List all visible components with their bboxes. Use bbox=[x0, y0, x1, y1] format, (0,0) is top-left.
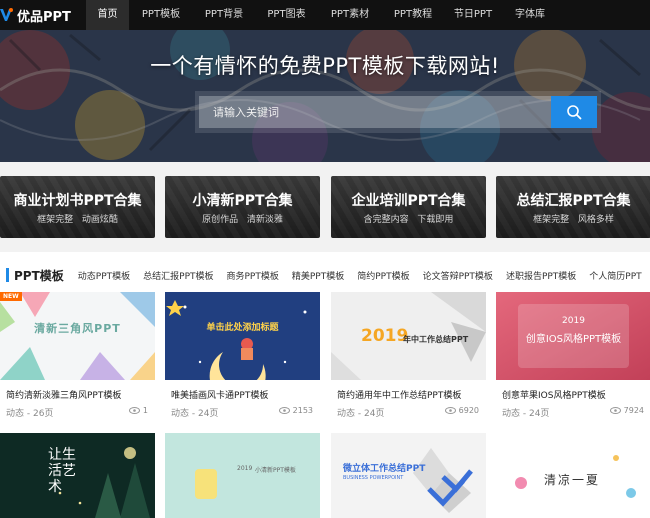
thumb-text: 创意IOS风格PPT模板 bbox=[525, 334, 622, 345]
nav-item-home[interactable]: 首页 bbox=[86, 0, 129, 30]
category-title: 企业培训PPT合集 bbox=[351, 193, 466, 209]
tab-resume[interactable]: 个人简历PPT bbox=[589, 269, 641, 282]
eye-icon bbox=[609, 407, 621, 414]
category-collections: 商业计划书PPT合集 框架完整 动画炫酷 小清新PPT合集 原创作品 清新淡雅 … bbox=[0, 176, 650, 238]
category-title: 总结汇报PPT合集 bbox=[516, 193, 631, 209]
logo-icon bbox=[0, 8, 13, 21]
card-thumbnail[interactable]: 微立体工作总结PPT BUSINESS POWERPOINT bbox=[331, 433, 486, 518]
view-count-value: 1 bbox=[142, 406, 148, 415]
category-subtitle: 框架完整 动画炫酷 bbox=[37, 215, 118, 225]
thumb-text: 小清新PPT模板 bbox=[255, 467, 296, 474]
moon-illustration bbox=[165, 292, 320, 380]
category-subtitle: 原创作品 清新淡雅 bbox=[202, 215, 283, 225]
section-heading[interactable]: PPT模板 bbox=[14, 267, 64, 284]
card-title[interactable]: 简约通用年中工作总结PPT模板 bbox=[337, 388, 461, 401]
thumb-text: 清凉一夏 bbox=[544, 473, 601, 487]
search-bar bbox=[195, 91, 601, 133]
eye-icon bbox=[128, 407, 140, 414]
template-card[interactable]: 2019 年中工作总结PPT 简约通用年中工作总结PPT模板 动态 - 24页 … bbox=[331, 292, 486, 422]
template-card[interactable]: 清凉一夏 bbox=[496, 433, 650, 518]
tab-exquisite[interactable]: 精美PPT模板 bbox=[292, 269, 344, 282]
card-thumbnail[interactable]: 2019 小清新PPT模板 bbox=[165, 433, 320, 518]
tab-summary-report[interactable]: 总结汇报PPT模板 bbox=[143, 269, 213, 282]
template-card[interactable]: 让生活艺术 bbox=[0, 433, 155, 518]
site-logo[interactable]: 优品PPT bbox=[0, 0, 86, 30]
nav-item-ppt-materials[interactable]: PPT素材 bbox=[318, 0, 382, 30]
category-subtitle: 框架完整 风格多样 bbox=[533, 215, 614, 225]
eye-icon bbox=[444, 407, 456, 414]
template-card[interactable]: 清新三角风PPT NEW 简约清新淡雅三角风PPT模板 动态 - 26页 1 bbox=[0, 292, 155, 422]
fresh-art bbox=[165, 433, 320, 518]
eye-icon bbox=[278, 407, 290, 414]
thumb-text: 微立体工作总结PPT bbox=[343, 464, 426, 474]
template-card[interactable]: 2019 小清新PPT模板 bbox=[165, 433, 320, 518]
view-count: 7924 bbox=[609, 406, 644, 415]
thumb-text: 让生活艺术 bbox=[48, 447, 76, 495]
card-meta: 动态 - 24页 bbox=[171, 409, 219, 419]
category-title: 小清新PPT合集 bbox=[192, 193, 293, 209]
hero-title: 一个有情怀的免费PPT模板下载网站! bbox=[150, 54, 500, 78]
view-count-value: 7924 bbox=[623, 406, 644, 415]
nav-item-ppt-backgrounds[interactable]: PPT背景 bbox=[193, 0, 255, 30]
nav-item-holiday-ppt[interactable]: 节日PPT bbox=[444, 0, 502, 30]
nav-item-ppt-templates[interactable]: PPT模板 bbox=[129, 0, 193, 30]
template-card[interactable]: 2019 创意IOS风格PPT模板 创意苹果IOS风格PPT模板 动态 - 24… bbox=[496, 292, 650, 422]
ppt-template-section: PPT模板 动态PPT模板 总结汇报PPT模板 商务PPT模板 精美PPT模板 … bbox=[0, 252, 650, 518]
view-count-value: 6920 bbox=[458, 406, 479, 415]
category-subtitle: 含完整内容 下载即用 bbox=[363, 215, 454, 225]
tab-dynamic[interactable]: 动态PPT模板 bbox=[78, 269, 130, 282]
tab-business[interactable]: 商务PPT模板 bbox=[227, 269, 279, 282]
view-count: 1 bbox=[128, 406, 148, 415]
tab-thesis-defense[interactable]: 论文答辩PPT模板 bbox=[423, 269, 493, 282]
logo-text: 优品PPT bbox=[17, 9, 71, 25]
tab-work-report[interactable]: 述职报告PPT模板 bbox=[506, 269, 576, 282]
thumb-text: 年中工作总结PPT bbox=[403, 335, 469, 344]
card-meta: 动态 - 24页 bbox=[337, 409, 385, 419]
thumb-year: 2019 bbox=[237, 465, 253, 472]
view-count-value: 2153 bbox=[292, 406, 313, 415]
view-count: 6920 bbox=[444, 406, 479, 415]
top-nav: 优品PPT 首页 PPT模板 PPT背景 PPT图表 PPT素材 PPT教程 节… bbox=[0, 0, 650, 30]
category-business-plan[interactable]: 商业计划书PPT合集 框架完整 动画炫酷 bbox=[0, 176, 155, 238]
search-icon bbox=[567, 105, 582, 120]
search-input[interactable] bbox=[199, 96, 551, 128]
nav-item-ppt-tutorials[interactable]: PPT教程 bbox=[382, 0, 444, 30]
nav-item-ppt-charts[interactable]: PPT图表 bbox=[255, 0, 318, 30]
category-fresh-style[interactable]: 小清新PPT合集 原创作品 清新淡雅 bbox=[165, 176, 320, 238]
card-meta: 动态 - 24页 bbox=[502, 409, 550, 419]
card-meta: 动态 - 26页 bbox=[6, 409, 54, 419]
thumb-year: 2019 bbox=[562, 316, 585, 326]
card-thumbnail[interactable]: 2019 年中工作总结PPT bbox=[331, 292, 486, 380]
thumb-text: 清新三角风PPT bbox=[34, 322, 121, 335]
card-thumbnail[interactable]: 清新三角风PPT NEW bbox=[0, 292, 155, 380]
category-corporate-training[interactable]: 企业培训PPT合集 含完整内容 下载即用 bbox=[331, 176, 486, 238]
thumb-year: 2019 bbox=[361, 326, 409, 346]
category-title: 商业计划书PPT合集 bbox=[13, 193, 142, 209]
template-card[interactable]: 微立体工作总结PPT BUSINESS POWERPOINT bbox=[331, 433, 486, 518]
search-button[interactable] bbox=[551, 96, 597, 128]
card-thumbnail[interactable]: 清凉一夏 bbox=[496, 433, 650, 518]
triangle-art bbox=[0, 292, 155, 380]
card-thumbnail[interactable]: 2019 创意IOS风格PPT模板 bbox=[496, 292, 650, 380]
thumb-subtext: BUSINESS POWERPOINT bbox=[343, 475, 404, 481]
card-thumbnail[interactable]: 单击此处添加标题 bbox=[165, 292, 320, 380]
template-tabs: PPT模板 动态PPT模板 总结汇报PPT模板 商务PPT模板 精美PPT模板 … bbox=[0, 264, 650, 286]
category-summary-report[interactable]: 总结汇报PPT合集 框架完整 风格多样 bbox=[496, 176, 650, 238]
hero-banner: 一个有情怀的免费PPT模板下载网站! bbox=[0, 30, 650, 162]
card-title[interactable]: 简约清新淡雅三角风PPT模板 bbox=[6, 388, 121, 401]
view-count: 2153 bbox=[278, 406, 313, 415]
tab-simple[interactable]: 简约PPT模板 bbox=[357, 269, 409, 282]
template-card[interactable]: 单击此处添加标题 唯美插画风卡通PPT模板 动态 - 24页 2153 bbox=[165, 292, 320, 422]
section-accent-bar bbox=[6, 268, 9, 282]
card-thumbnail[interactable]: 让生活艺术 bbox=[0, 433, 155, 518]
new-badge: NEW bbox=[0, 292, 22, 301]
card-title[interactable]: 唯美插画风卡通PPT模板 bbox=[171, 388, 268, 401]
card-title[interactable]: 创意苹果IOS风格PPT模板 bbox=[502, 388, 606, 401]
nav-item-font-library[interactable]: 字体库 bbox=[502, 0, 558, 30]
thumb-text: 单击此处添加标题 bbox=[206, 323, 279, 333]
